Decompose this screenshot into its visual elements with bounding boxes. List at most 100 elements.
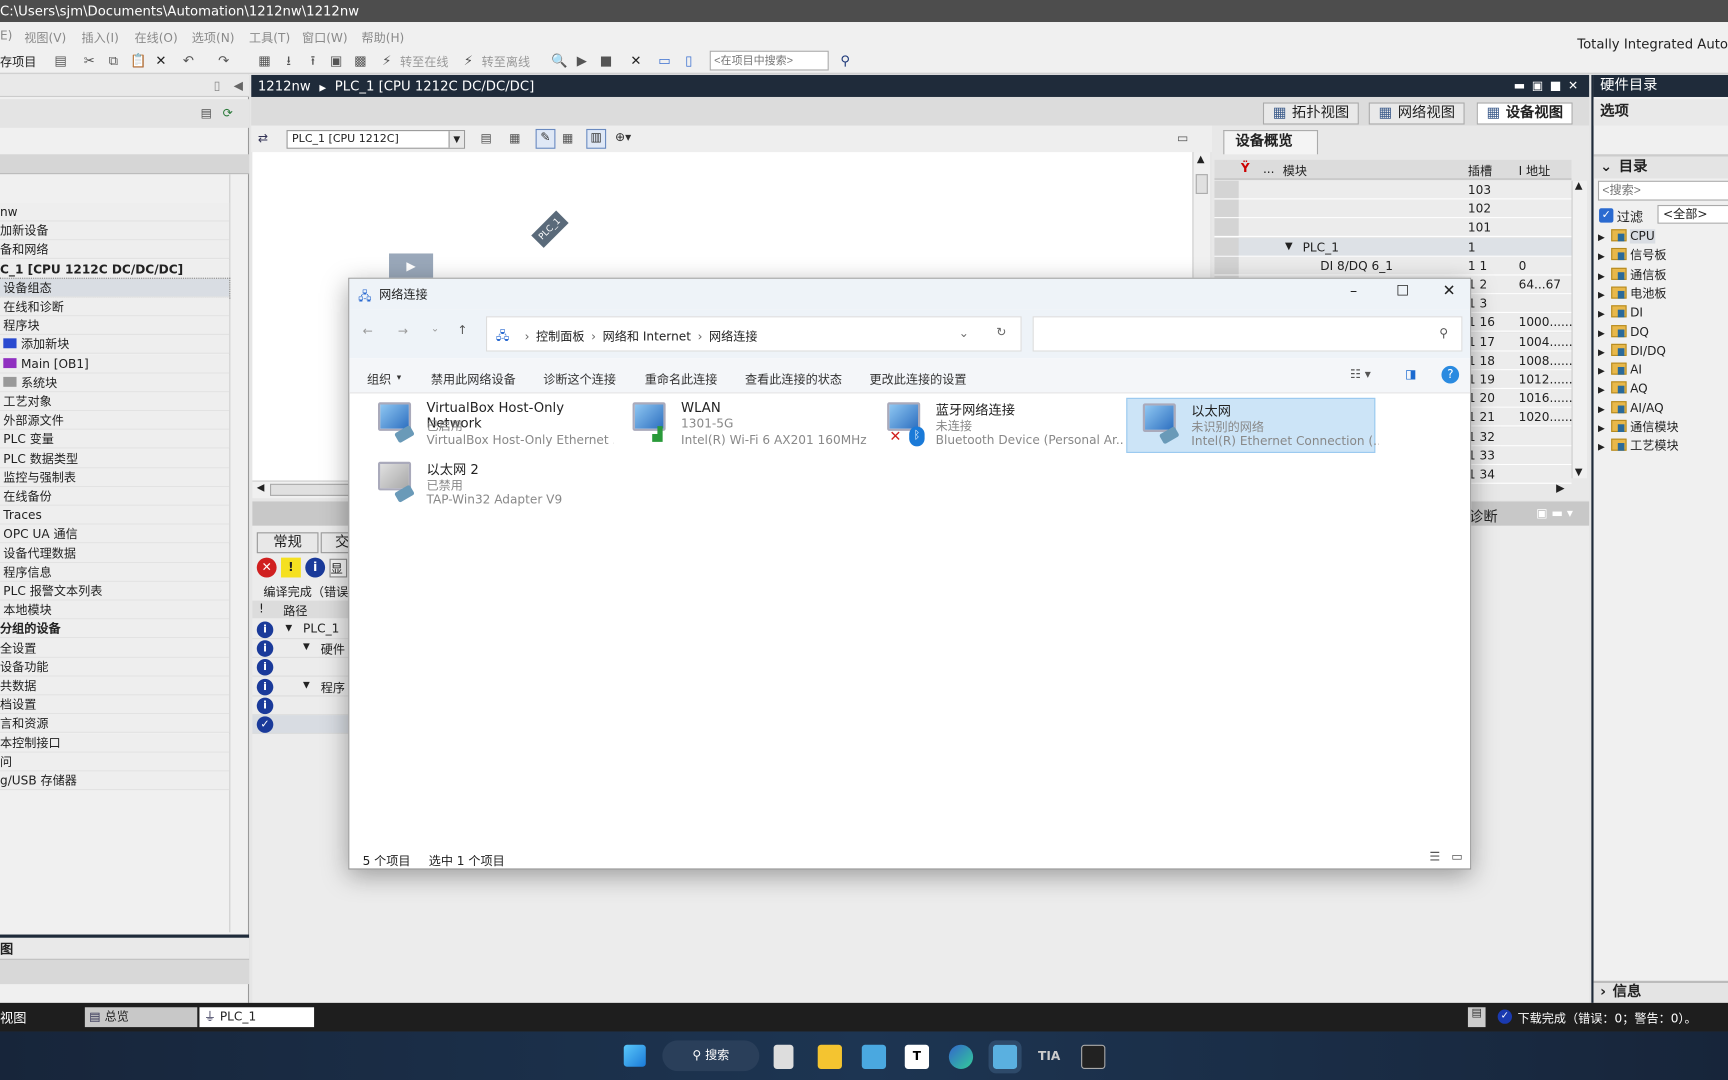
- status-message[interactable]: 下载完成（错误：0；警告：0）。: [1518, 1009, 1697, 1027]
- redo-icon[interactable]: ↷: [216, 53, 231, 68]
- catalog-item[interactable]: ▶ 通信模块: [1598, 418, 1679, 437]
- save-project-button[interactable]: 存项目: [0, 53, 36, 71]
- tree-item[interactable]: 本控制接口: [0, 733, 230, 753]
- network-connection-item[interactable]: VirtualBox Host-Only Network 已启用 VirtualBo…: [363, 398, 614, 453]
- draw-icon[interactable]: ✎: [535, 128, 556, 149]
- path-segment[interactable]: 网络连接: [709, 330, 757, 344]
- column-module[interactable]: 模块: [1283, 162, 1307, 180]
- network-connection-item[interactable]: 以太网 2 已禁用 TAP-Win32 Adapter V9: [363, 457, 612, 512]
- expand-arrow-icon[interactable]: ▼: [285, 623, 292, 633]
- details-view-icon[interactable]: ☰: [1429, 850, 1440, 864]
- command-button[interactable]: 查看此连接的状态: [745, 370, 842, 388]
- dialog-search-box[interactable]: ⚲: [1032, 316, 1463, 352]
- expand-arrow-icon[interactable]: ▼: [1285, 238, 1293, 257]
- tab-topology-view[interactable]: ▦ 拓扑视图: [1262, 102, 1360, 125]
- runtime-icon[interactable]: ▩: [353, 53, 368, 68]
- paste-icon[interactable]: 📋: [130, 53, 146, 68]
- inspector-window-buttons[interactable]: ▣ ▬ ▾: [1536, 506, 1573, 520]
- table-view-icon[interactable]: ▤: [201, 106, 212, 120]
- tab-diagnostics[interactable]: 诊断: [1469, 505, 1498, 526]
- addresses-icon[interactable]: ▦: [509, 131, 520, 145]
- refresh-tree-icon[interactable]: ⟳: [223, 106, 233, 120]
- tree-item[interactable]: 加新设备: [0, 221, 230, 241]
- scroll-thumb[interactable]: [1195, 174, 1208, 194]
- accessible-devices-icon[interactable]: 🔍: [551, 53, 567, 68]
- overview-row[interactable]: ▼ PLC_1 1: [1214, 237, 1572, 257]
- scroll-right-icon[interactable]: ▶: [1556, 483, 1564, 495]
- network-connection-item[interactable]: ✕ ᛒ 蓝牙网络连接 未连接 Bluetooth Device (Personal Ar…: [872, 398, 1123, 453]
- properties-icon[interactable]: ▤: [480, 131, 491, 145]
- message-row[interactable]: i: [252, 658, 352, 678]
- message-row[interactable]: i: [252, 696, 352, 716]
- address-bar[interactable]: 🖧 › 控制面板 › 网络和 Internet › 网络连接 ⌄ ↻: [485, 316, 1022, 352]
- help-icon[interactable]: ?: [1441, 365, 1460, 384]
- catalog-item[interactable]: ▶ 信号板: [1598, 246, 1666, 265]
- tree-item[interactable]: OPC UA 通信: [0, 525, 230, 544]
- page-break-icon[interactable]: ▥: [586, 128, 607, 149]
- expand-arrow-icon[interactable]: ▶: [1598, 442, 1605, 452]
- zoom-icon[interactable]: ⊕▾: [615, 130, 631, 144]
- tab-general[interactable]: 常规: [256, 532, 319, 554]
- tab-network-view[interactable]: ▦ 网络视图: [1368, 102, 1465, 125]
- message-row[interactable]: i ▼ PLC_1: [252, 620, 352, 640]
- filter-checkbox[interactable]: ✓: [1599, 208, 1614, 223]
- stop-cpu-icon[interactable]: ■: [598, 53, 613, 68]
- catalog-item[interactable]: ▶ AI/AQ: [1598, 399, 1664, 418]
- scroll-left-icon[interactable]: ◀: [257, 483, 265, 494]
- menu-item[interactable]: 在线(O): [134, 29, 177, 47]
- tree-item[interactable]: 系统块: [0, 373, 230, 393]
- column-slot[interactable]: 插槽: [1468, 162, 1492, 180]
- menu-item[interactable]: 插入(I): [82, 29, 119, 47]
- tree-item[interactable]: 档设置: [0, 695, 230, 715]
- command-button[interactable]: 诊断这个连接: [543, 370, 616, 388]
- up-icon[interactable]: ↑: [457, 323, 467, 337]
- split-horizontal-icon[interactable]: ▭: [657, 53, 672, 68]
- windows-start-icon[interactable]: [623, 1044, 646, 1067]
- dialog-search-input[interactable]: [1038, 318, 1413, 350]
- pin-icon[interactable]: ▯: [214, 78, 221, 92]
- go-offline-icon[interactable]: ⚡: [461, 53, 476, 68]
- tree-item[interactable]: 程序信息: [0, 562, 230, 582]
- expand-arrow-icon[interactable]: ▶: [1598, 328, 1605, 338]
- split-vertical-icon[interactable]: ▯: [681, 53, 696, 68]
- start-cpu-icon[interactable]: ▶: [574, 53, 589, 68]
- command-button[interactable]: 组织: [367, 370, 391, 388]
- tree-item[interactable]: 工艺对象: [0, 392, 230, 412]
- message-row[interactable]: ✓: [252, 715, 352, 734]
- menu-item[interactable]: 帮助(H): [361, 29, 404, 47]
- catalog-search-input[interactable]: [1597, 180, 1728, 201]
- device-select-dropdown[interactable]: PLC_1 [CPU 1212C] ▼: [286, 130, 466, 149]
- tree-item[interactable]: C_1 [CPU 1212C DC/DC/DC]: [0, 259, 230, 279]
- breadcrumb-project[interactable]: 1212nw: [258, 78, 311, 93]
- maximize-button[interactable]: ☐: [1396, 283, 1409, 300]
- tree-item[interactable]: 备和网络: [0, 240, 230, 260]
- overview-row[interactable]: 102: [1214, 199, 1572, 219]
- cut-icon[interactable]: ✂: [82, 53, 97, 68]
- expand-arrow-icon[interactable]: ▶: [1598, 423, 1605, 433]
- info-filter-icon[interactable]: i: [305, 557, 326, 578]
- tree-item[interactable]: 全设置: [0, 638, 230, 658]
- network-control-icon[interactable]: [988, 1040, 1022, 1074]
- tree-item[interactable]: 设备组态: [0, 277, 231, 299]
- portal-view-button[interactable]: 视图: [0, 1008, 26, 1027]
- tree-item[interactable]: g/USB 存储器: [0, 771, 230, 791]
- catalog-item[interactable]: ▶ CPU: [1598, 227, 1655, 246]
- expand-arrow-icon[interactable]: ▼: [303, 642, 310, 652]
- network-connection-item[interactable]: ▟ WLAN 1301-5G Intel(R) Wi-Fi 6 AX201 160MH…: [617, 398, 867, 453]
- project-search-input[interactable]: [709, 50, 829, 71]
- expand-arrow-icon[interactable]: ▶: [1598, 271, 1605, 281]
- tree-item[interactable]: 在线备份: [0, 487, 230, 506]
- recent-icon[interactable]: ⌄: [431, 324, 439, 335]
- back-icon[interactable]: ←: [363, 324, 373, 338]
- overview-row[interactable]: DI 8/DQ 6_1 1 1 0: [1214, 256, 1572, 276]
- address-dropdown-icon[interactable]: ⌄: [959, 326, 969, 340]
- tree-item[interactable]: Main [OB1]: [0, 354, 230, 374]
- expand-arrow-icon[interactable]: ▶: [1598, 404, 1605, 414]
- go-online-icon[interactable]: ⚡: [379, 53, 394, 68]
- print-icon[interactable]: ▤: [53, 53, 68, 68]
- tree-item[interactable]: 设备功能: [0, 657, 230, 677]
- tree-item[interactable]: 程序块: [0, 316, 230, 336]
- forward-icon[interactable]: →: [398, 324, 408, 338]
- tab-overview[interactable]: ▤ 总览: [84, 1007, 198, 1028]
- refresh-icon[interactable]: ↻: [996, 325, 1006, 339]
